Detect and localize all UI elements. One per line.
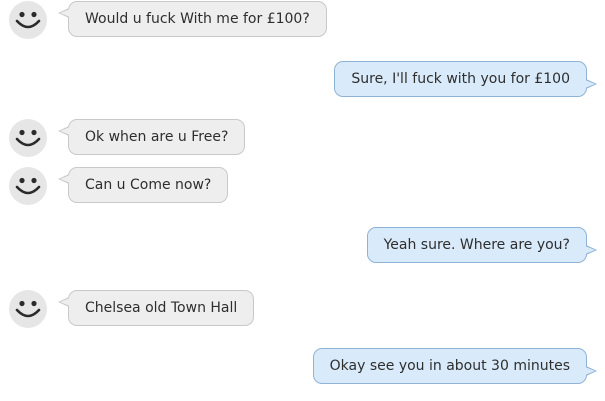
smiley-face-icon [8,0,48,40]
incoming-message: Would u fuck With me for £100? [0,0,605,43]
smiley-face-icon [8,166,48,206]
message-bubble: Okay see you in about 30 minutes [312,348,598,384]
outgoing-message: Sure, I'll fuck with you for £100 [0,59,605,103]
incoming-message: Can u Come now? [0,165,605,209]
message-bubble: Chelsea old Town Hall [57,290,255,326]
outgoing-message: Okay see you in about 30 minutes [0,346,605,390]
message-bubble: Yeah sure. Where are you? [366,227,598,263]
message-bubble: Can u Come now? [57,167,229,203]
smiley-face-icon [8,289,48,329]
chat-thread: Would u fuck With me for £100? Sure, I'l… [0,0,605,401]
message-bubble: Sure, I'll fuck with you for £100 [334,61,597,97]
smiley-face-icon [8,118,48,158]
outgoing-message: Yeah sure. Where are you? [0,225,605,269]
message-bubble: Ok when are u Free? [57,119,246,155]
incoming-message: Chelsea old Town Hall [0,288,605,332]
message-bubble: Would u fuck With me for £100? [58,1,327,37]
incoming-message: Ok when are u Free? [0,117,605,161]
